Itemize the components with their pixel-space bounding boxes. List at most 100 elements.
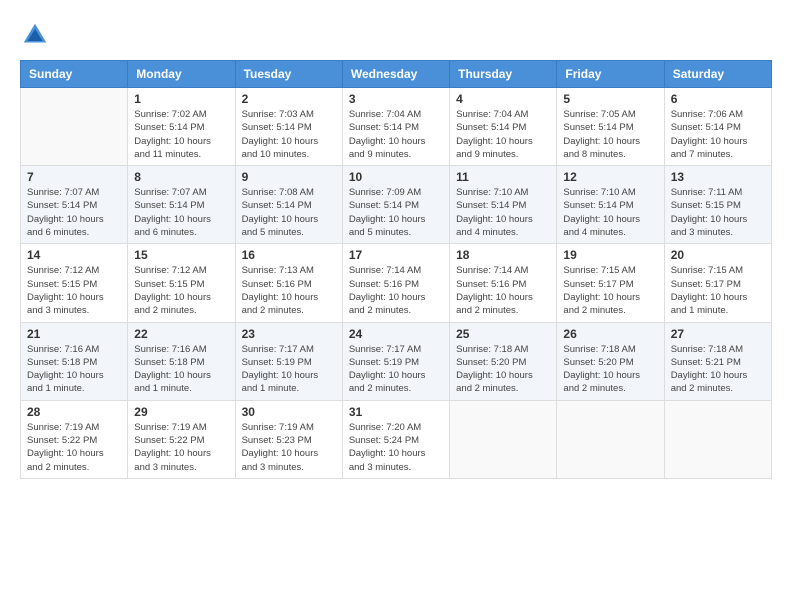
calendar-day-cell: 26 Sunrise: 7:18 AMSunset: 5:20 PMDayligh… bbox=[557, 322, 664, 400]
day-header-thursday: Thursday bbox=[450, 61, 557, 88]
day-info: Sunrise: 7:04 AMSunset: 5:14 PMDaylight:… bbox=[456, 108, 550, 161]
day-info: Sunrise: 7:15 AMSunset: 5:17 PMDaylight:… bbox=[671, 264, 765, 317]
day-number: 16 bbox=[242, 248, 336, 262]
day-info: Sunrise: 7:18 AMSunset: 5:21 PMDaylight:… bbox=[671, 343, 765, 396]
day-number: 10 bbox=[349, 170, 443, 184]
day-info: Sunrise: 7:18 AMSunset: 5:20 PMDaylight:… bbox=[456, 343, 550, 396]
day-info: Sunrise: 7:19 AMSunset: 5:23 PMDaylight:… bbox=[242, 421, 336, 474]
calendar-day-cell: 16Sunrise: 7:13 AMSunset: 5:16 PMDayligh… bbox=[235, 244, 342, 322]
day-number: 11 bbox=[456, 170, 550, 184]
day-info: Sunrise: 7:19 AMSunset: 5:22 PMDaylight:… bbox=[134, 421, 228, 474]
day-number: 19 bbox=[563, 248, 657, 262]
calendar-day-cell: 31 Sunrise: 7:20 AMSunset: 5:24 PMDayligh… bbox=[342, 400, 449, 478]
calendar-day-cell: 10 Sunrise: 7:09 AMSunset: 5:14 PMDayligh… bbox=[342, 166, 449, 244]
calendar-table: SundayMondayTuesdayWednesdayThursdayFrid… bbox=[20, 60, 772, 479]
day-number: 4 bbox=[456, 92, 550, 106]
calendar-day-cell: 17 Sunrise: 7:14 AMSunset: 5:16 PMDayligh… bbox=[342, 244, 449, 322]
day-info: Sunrise: 7:14 AMSunset: 5:16 PMDaylight:… bbox=[349, 264, 443, 317]
calendar-day-cell: 20 Sunrise: 7:15 AMSunset: 5:17 PMDayligh… bbox=[664, 244, 771, 322]
day-info: Sunrise: 7:15 AMSunset: 5:17 PMDaylight:… bbox=[563, 264, 657, 317]
calendar-day-cell: 24 Sunrise: 7:17 AMSunset: 5:19 PMDayligh… bbox=[342, 322, 449, 400]
day-number: 18 bbox=[456, 248, 550, 262]
calendar-day-cell bbox=[450, 400, 557, 478]
calendar-day-cell bbox=[664, 400, 771, 478]
day-number: 7 bbox=[27, 170, 121, 184]
day-number: 30 bbox=[242, 405, 336, 419]
day-number: 14 bbox=[27, 248, 121, 262]
day-number: 12 bbox=[563, 170, 657, 184]
day-info: Sunrise: 7:19 AMSunset: 5:22 PMDaylight:… bbox=[27, 421, 121, 474]
day-info: Sunrise: 7:07 AMSunset: 5:14 PMDaylight:… bbox=[27, 186, 121, 239]
day-number: 5 bbox=[563, 92, 657, 106]
calendar-day-cell: 15 Sunrise: 7:12 AMSunset: 5:15 PMDayligh… bbox=[128, 244, 235, 322]
day-number: 31 bbox=[349, 405, 443, 419]
day-header-saturday: Saturday bbox=[664, 61, 771, 88]
day-number: 8 bbox=[134, 170, 228, 184]
day-number: 29 bbox=[134, 405, 228, 419]
calendar-day-cell: 7 Sunrise: 7:07 AMSunset: 5:14 PMDaylight… bbox=[21, 166, 128, 244]
day-info: Sunrise: 7:11 AMSunset: 5:15 PMDaylight:… bbox=[671, 186, 765, 239]
calendar-day-cell: 4 Sunrise: 7:04 AMSunset: 5:14 PMDaylight… bbox=[450, 88, 557, 166]
day-info: Sunrise: 7:10 AMSunset: 5:14 PMDaylight:… bbox=[563, 186, 657, 239]
day-header-tuesday: Tuesday bbox=[235, 61, 342, 88]
calendar-day-cell: 8 Sunrise: 7:07 AMSunset: 5:14 PMDaylight… bbox=[128, 166, 235, 244]
calendar-day-cell: 30 Sunrise: 7:19 AMSunset: 5:23 PMDayligh… bbox=[235, 400, 342, 478]
calendar-day-cell: 1 Sunrise: 7:02 AMSunset: 5:14 PMDaylight… bbox=[128, 88, 235, 166]
day-number: 26 bbox=[563, 327, 657, 341]
day-info: Sunrise: 7:17 AMSunset: 5:19 PMDaylight:… bbox=[349, 343, 443, 396]
day-number: 1 bbox=[134, 92, 228, 106]
day-number: 27 bbox=[671, 327, 765, 341]
day-info: Sunrise: 7:20 AMSunset: 5:24 PMDaylight:… bbox=[349, 421, 443, 474]
calendar-day-cell: 18 Sunrise: 7:14 AMSunset: 5:16 PMDayligh… bbox=[450, 244, 557, 322]
day-info: Sunrise: 7:18 AMSunset: 5:20 PMDaylight:… bbox=[563, 343, 657, 396]
calendar-day-cell: 27 Sunrise: 7:18 AMSunset: 5:21 PMDayligh… bbox=[664, 322, 771, 400]
day-info: Sunrise: 7:05 AMSunset: 5:14 PMDaylight:… bbox=[563, 108, 657, 161]
day-info: Sunrise: 7:04 AMSunset: 5:14 PMDaylight:… bbox=[349, 108, 443, 161]
day-number: 17 bbox=[349, 248, 443, 262]
calendar-day-cell: 25 Sunrise: 7:18 AMSunset: 5:20 PMDayligh… bbox=[450, 322, 557, 400]
day-number: 22 bbox=[134, 327, 228, 341]
day-info: Sunrise: 7:12 AMSunset: 5:15 PMDaylight:… bbox=[27, 264, 121, 317]
day-number: 21 bbox=[27, 327, 121, 341]
day-number: 24 bbox=[349, 327, 443, 341]
day-info: Sunrise: 7:02 AMSunset: 5:14 PMDaylight:… bbox=[134, 108, 228, 161]
calendar-day-cell: 9 Sunrise: 7:08 AMSunset: 5:14 PMDaylight… bbox=[235, 166, 342, 244]
day-info: Sunrise: 7:08 AMSunset: 5:14 PMDaylight:… bbox=[242, 186, 336, 239]
calendar-day-cell bbox=[21, 88, 128, 166]
calendar-header-row: SundayMondayTuesdayWednesdayThursdayFrid… bbox=[21, 61, 772, 88]
calendar-week-row: 28Sunrise: 7:19 AMSunset: 5:22 PMDayligh… bbox=[21, 400, 772, 478]
day-info: Sunrise: 7:14 AMSunset: 5:16 PMDaylight:… bbox=[456, 264, 550, 317]
calendar-week-row: 14 Sunrise: 7:12 AMSunset: 5:15 PMDayligh… bbox=[21, 244, 772, 322]
day-number: 2 bbox=[242, 92, 336, 106]
calendar-day-cell: 23Sunrise: 7:17 AMSunset: 5:19 PMDayligh… bbox=[235, 322, 342, 400]
calendar-day-cell: 3 Sunrise: 7:04 AMSunset: 5:14 PMDaylight… bbox=[342, 88, 449, 166]
logo bbox=[20, 20, 52, 50]
day-info: Sunrise: 7:07 AMSunset: 5:14 PMDaylight:… bbox=[134, 186, 228, 239]
day-info: Sunrise: 7:09 AMSunset: 5:14 PMDaylight:… bbox=[349, 186, 443, 239]
calendar-day-cell: 6Sunrise: 7:06 AMSunset: 5:14 PMDaylight… bbox=[664, 88, 771, 166]
calendar-day-cell: 2 Sunrise: 7:03 AMSunset: 5:14 PMDaylight… bbox=[235, 88, 342, 166]
day-number: 9 bbox=[242, 170, 336, 184]
day-info: Sunrise: 7:06 AMSunset: 5:14 PMDaylight:… bbox=[671, 108, 765, 161]
day-number: 25 bbox=[456, 327, 550, 341]
calendar-day-cell: 19 Sunrise: 7:15 AMSunset: 5:17 PMDayligh… bbox=[557, 244, 664, 322]
day-info: Sunrise: 7:16 AMSunset: 5:18 PMDaylight:… bbox=[134, 343, 228, 396]
calendar-week-row: 1 Sunrise: 7:02 AMSunset: 5:14 PMDaylight… bbox=[21, 88, 772, 166]
logo-icon bbox=[20, 20, 50, 50]
day-number: 3 bbox=[349, 92, 443, 106]
day-number: 15 bbox=[134, 248, 228, 262]
day-info: Sunrise: 7:16 AMSunset: 5:18 PMDaylight:… bbox=[27, 343, 121, 396]
calendar-day-cell: 5 Sunrise: 7:05 AMSunset: 5:14 PMDaylight… bbox=[557, 88, 664, 166]
calendar-day-cell: 11Sunrise: 7:10 AMSunset: 5:14 PMDayligh… bbox=[450, 166, 557, 244]
day-header-wednesday: Wednesday bbox=[342, 61, 449, 88]
day-number: 20 bbox=[671, 248, 765, 262]
day-header-sunday: Sunday bbox=[21, 61, 128, 88]
calendar-day-cell: 28Sunrise: 7:19 AMSunset: 5:22 PMDayligh… bbox=[21, 400, 128, 478]
day-header-friday: Friday bbox=[557, 61, 664, 88]
day-number: 23 bbox=[242, 327, 336, 341]
day-info: Sunrise: 7:12 AMSunset: 5:15 PMDaylight:… bbox=[134, 264, 228, 317]
calendar-day-cell: 12 Sunrise: 7:10 AMSunset: 5:14 PMDayligh… bbox=[557, 166, 664, 244]
day-info: Sunrise: 7:03 AMSunset: 5:14 PMDaylight:… bbox=[242, 108, 336, 161]
calendar-day-cell: 21 Sunrise: 7:16 AMSunset: 5:18 PMDayligh… bbox=[21, 322, 128, 400]
calendar-week-row: 7 Sunrise: 7:07 AMSunset: 5:14 PMDaylight… bbox=[21, 166, 772, 244]
